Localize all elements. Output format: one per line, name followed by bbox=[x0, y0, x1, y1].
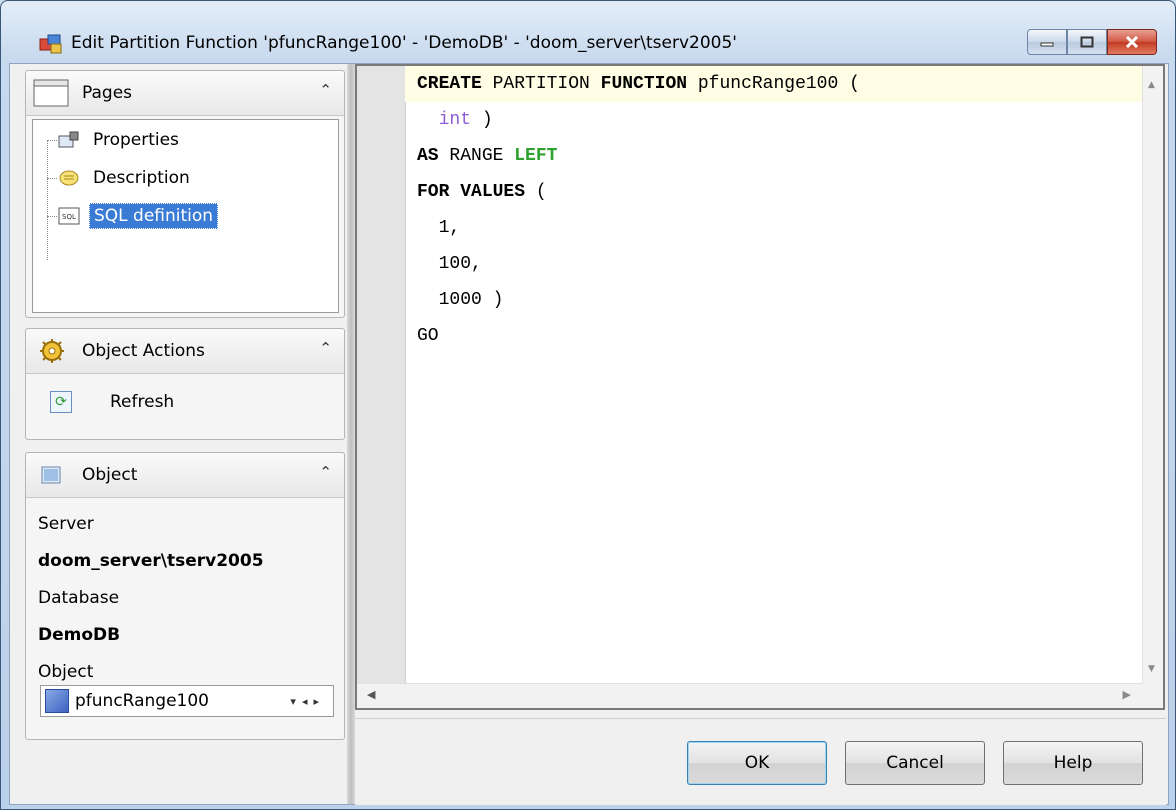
sql-editor[interactable]: CREATE PARTITION FUNCTION pfuncRange100 … bbox=[355, 64, 1165, 710]
object-actions-group: Object Actions ⌃ ⟳ Refresh bbox=[25, 328, 345, 440]
gear-icon bbox=[40, 339, 64, 363]
object-select[interactable]: pfuncRange100 ▾◂▸ bbox=[40, 685, 334, 717]
panel-splitter[interactable] bbox=[347, 64, 355, 804]
vertical-scrollbar[interactable]: ▲ ▼ bbox=[1142, 66, 1163, 684]
collapse-pages-icon[interactable]: ⌃ bbox=[319, 81, 332, 99]
code-line: FOR VALUES ( bbox=[417, 182, 547, 202]
maximize-icon bbox=[1080, 36, 1094, 48]
refresh-action[interactable]: ⟳ Refresh bbox=[50, 391, 174, 413]
object-title: Object bbox=[82, 465, 138, 485]
object-actions-title: Object Actions bbox=[82, 341, 205, 361]
editor-gutter bbox=[357, 66, 406, 684]
tree-connector bbox=[47, 140, 48, 260]
tree-connector bbox=[47, 216, 57, 217]
scroll-down-icon[interactable]: ▼ bbox=[1148, 664, 1155, 674]
tree-item-label: SQL definition bbox=[89, 203, 219, 229]
description-icon bbox=[57, 168, 81, 188]
pages-title: Pages bbox=[82, 83, 133, 103]
dialog-client: Pages ⌃ Properties Description SQL SQL d… bbox=[9, 63, 1169, 805]
tree-connector bbox=[47, 140, 57, 141]
scroll-left-icon[interactable]: ◀ bbox=[367, 688, 375, 701]
svg-text:SQL: SQL bbox=[62, 213, 76, 221]
scroll-right-icon[interactable]: ▶ bbox=[1123, 688, 1131, 701]
object-actions-header[interactable]: Object Actions ⌃ bbox=[26, 329, 344, 374]
window-controls bbox=[1027, 29, 1157, 55]
close-icon bbox=[1125, 36, 1139, 48]
server-label: Server bbox=[38, 513, 94, 534]
scroll-up-icon[interactable]: ▲ bbox=[1148, 80, 1155, 90]
code-line: 1, bbox=[417, 218, 461, 238]
close-button[interactable] bbox=[1107, 29, 1157, 55]
properties-icon bbox=[57, 130, 81, 150]
code-line: 1000 ) bbox=[417, 290, 504, 310]
horizontal-scrollbar[interactable]: ◀ ▶ bbox=[357, 683, 1143, 708]
partition-function-icon bbox=[39, 34, 62, 54]
minimize-button[interactable] bbox=[1027, 29, 1067, 55]
tree-item-label: Properties bbox=[93, 130, 179, 150]
tree-item-description[interactable]: Description bbox=[57, 163, 194, 193]
select-nav-arrows-icon[interactable]: ▾◂▸ bbox=[290, 695, 325, 708]
database-value: DemoDB bbox=[38, 624, 121, 645]
pages-group: Pages ⌃ Properties Description SQL SQL d… bbox=[25, 70, 345, 318]
tree-item-label: Description bbox=[93, 168, 190, 188]
database-label: Database bbox=[38, 587, 120, 608]
help-button[interactable]: Help bbox=[1003, 741, 1143, 785]
window-title: Edit Partition Function 'pfuncRange100' … bbox=[71, 33, 737, 53]
collapse-actions-icon[interactable]: ⌃ bbox=[319, 339, 332, 357]
pages-tree: Properties Description SQL SQL definitio… bbox=[32, 119, 339, 313]
refresh-label: Refresh bbox=[110, 392, 175, 412]
code-line: 100, bbox=[417, 254, 482, 274]
maximize-button[interactable] bbox=[1067, 29, 1107, 55]
partition-function-icon bbox=[45, 689, 69, 713]
object-icon bbox=[41, 466, 61, 484]
code-line: CREATE PARTITION FUNCTION pfuncRange100 … bbox=[405, 66, 1143, 102]
code-line: AS RANGE LEFT bbox=[417, 146, 558, 166]
object-header[interactable]: Object ⌃ bbox=[26, 453, 344, 498]
left-panel: Pages ⌃ Properties Description SQL SQL d… bbox=[10, 64, 347, 804]
pages-header[interactable]: Pages ⌃ bbox=[26, 71, 344, 116]
refresh-icon: ⟳ bbox=[50, 391, 72, 413]
server-value: doom_server\tserv2005 bbox=[38, 550, 264, 571]
tree-item-sql-definition[interactable]: SQL SQL definition bbox=[57, 201, 219, 231]
object-group: Object ⌃ Server doom_server\tserv2005 Da… bbox=[25, 452, 345, 740]
pages-icon bbox=[33, 79, 69, 107]
code-area[interactable]: CREATE PARTITION FUNCTION pfuncRange100 … bbox=[405, 66, 1143, 684]
cancel-button[interactable]: Cancel bbox=[845, 741, 985, 785]
tree-item-properties[interactable]: Properties bbox=[57, 125, 183, 155]
sql-icon: SQL bbox=[57, 206, 81, 226]
code-line: GO bbox=[417, 326, 439, 346]
dialog-window: Edit Partition Function 'pfuncRange100' … bbox=[0, 0, 1176, 810]
tree-connector bbox=[47, 178, 57, 179]
minimize-icon bbox=[1040, 42, 1054, 47]
scrollbar-corner bbox=[1143, 684, 1163, 708]
button-bar: OK Cancel Help bbox=[355, 718, 1166, 805]
collapse-object-icon[interactable]: ⌃ bbox=[319, 463, 332, 481]
code-line: int ) bbox=[438, 110, 493, 130]
ok-button[interactable]: OK bbox=[687, 741, 827, 785]
object-info: Server doom_server\tserv2005 Database De… bbox=[38, 505, 264, 690]
object-select-value: pfuncRange100 bbox=[75, 691, 209, 711]
title-bar[interactable]: Edit Partition Function 'pfuncRange100' … bbox=[1, 1, 1175, 63]
